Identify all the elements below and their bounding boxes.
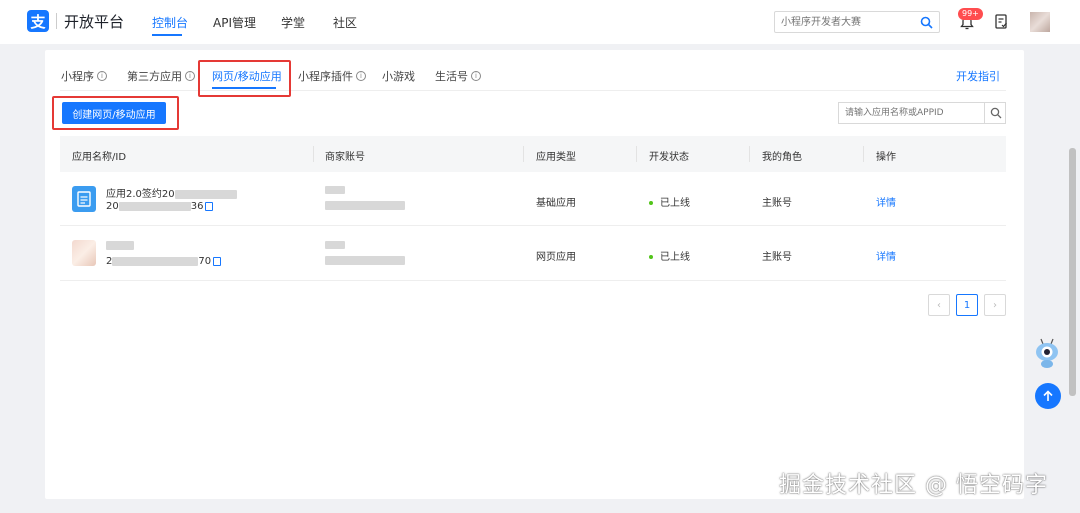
redacted-text — [118, 201, 191, 211]
alipay-logo-icon: 支 — [27, 10, 49, 32]
nav-active-indicator — [152, 34, 182, 36]
search-icon[interactable] — [920, 16, 933, 29]
nav-console[interactable]: 控制台 — [152, 14, 188, 31]
column-separator — [523, 146, 524, 162]
details-link[interactable]: 详情 — [876, 248, 896, 263]
dev-status: 已上线 — [649, 194, 690, 209]
redacted-text — [112, 256, 199, 266]
app-id-suffix: 70 — [198, 256, 212, 267]
redacted-text — [325, 186, 345, 194]
tab-label: 小游戏 — [382, 70, 415, 83]
merchant-account — [325, 241, 405, 265]
pagination-prev[interactable]: ‹ — [928, 294, 950, 316]
dev-status: 已上线 — [649, 248, 690, 263]
app-name-text: 应用2.0签约20 — [106, 189, 175, 200]
tab-label: 生活号 — [435, 70, 468, 83]
brand-name: 开放平台 — [64, 12, 125, 31]
redacted-text — [174, 189, 237, 199]
column-separator — [863, 146, 864, 162]
info-icon[interactable]: i — [185, 71, 195, 81]
info-icon[interactable]: i — [97, 71, 107, 81]
app-search[interactable] — [838, 102, 1006, 124]
tab-label: 第三方应用 — [127, 70, 182, 83]
platform-logo[interactable]: 支 开放平台 — [27, 10, 124, 32]
copy-icon[interactable] — [213, 256, 222, 266]
copy-icon[interactable] — [205, 201, 214, 211]
document-icon[interactable] — [995, 14, 1008, 29]
logo-divider — [56, 13, 57, 29]
status-online-dot — [649, 255, 653, 259]
redacted-text — [325, 256, 405, 265]
watermark: 掘金技术社区 @ 悟空码字 — [779, 473, 1048, 498]
status-text: 已上线 — [660, 252, 690, 263]
create-web-mobile-app-button[interactable]: 创建网页/移动应用 — [62, 102, 166, 124]
search-divider — [984, 103, 985, 123]
table-row: 2 70 网页应用 已上线 主账号 详情 — [60, 227, 1006, 281]
column-separator — [749, 146, 750, 162]
redacted-text — [325, 201, 405, 210]
nav-community[interactable]: 社区 — [333, 14, 357, 31]
column-header-app-type: 应用类型 — [536, 152, 576, 163]
my-role: 主账号 — [762, 198, 792, 209]
column-separator — [636, 146, 637, 162]
app-name: 应用2.0签约20 — [106, 185, 237, 200]
main-card: 小程序 i 第三方应用 i 网页/移动应用 小程序插件 i 小游戏 生活号 i … — [45, 50, 1024, 499]
status-text: 已上线 — [660, 198, 690, 209]
app-id-prefix: 20 — [106, 201, 119, 212]
nav-academy[interactable]: 学堂 — [281, 14, 305, 31]
redacted-text — [106, 240, 134, 250]
redacted-text — [325, 241, 345, 249]
global-search[interactable] — [774, 11, 940, 33]
column-header-app-name: 应用名称/ID — [72, 152, 127, 163]
status-online-dot — [649, 201, 653, 205]
app-name — [106, 240, 134, 251]
back-to-top-button[interactable] — [1035, 383, 1061, 409]
pagination-page[interactable]: 1 — [956, 294, 978, 316]
highlight-box-tab — [198, 60, 291, 97]
my-role: 主账号 — [762, 252, 792, 263]
arrow-up-icon — [1043, 390, 1053, 401]
info-icon[interactable]: i — [471, 71, 481, 81]
tab-life-account[interactable]: 生活号 i — [435, 68, 481, 84]
column-separator — [313, 146, 314, 162]
tab-label: 小程序插件 — [298, 70, 353, 83]
merchant-account — [325, 186, 405, 210]
app-id: 20 36 — [106, 201, 214, 212]
notification-badge: 99+ — [958, 8, 983, 20]
pagination-next[interactable]: › — [984, 294, 1006, 316]
details-link[interactable]: 详情 — [876, 194, 896, 209]
app-icon — [72, 186, 96, 212]
table-header: 应用名称/ID 商家账号 应用类型 开发状态 我的角色 操作 — [60, 136, 1006, 172]
top-navigation: 支 开放平台 控制台 API管理 学堂 社区 99+ — [0, 0, 1080, 44]
user-avatar[interactable] — [1030, 12, 1050, 32]
app-document-icon — [77, 191, 91, 207]
search-icon[interactable] — [990, 107, 1002, 119]
app-type: 基础应用 — [536, 198, 576, 209]
assistant-mascot-icon[interactable] — [1034, 338, 1060, 370]
tab-mini-program-plugin[interactable]: 小程序插件 i — [298, 68, 366, 84]
column-header-merchant: 商家账号 — [325, 152, 365, 163]
app-search-input[interactable] — [845, 106, 981, 120]
dev-guide-link[interactable]: 开发指引 — [956, 68, 1000, 84]
global-search-input[interactable] — [781, 15, 911, 29]
column-header-my-role: 我的角色 — [762, 152, 802, 163]
table-row: 应用2.0签约20 20 36 基础应用 已上线 主账号 详情 — [60, 172, 1006, 226]
app-icon — [72, 240, 96, 266]
app-id-suffix: 36 — [190, 201, 204, 212]
tab-mini-program[interactable]: 小程序 i — [61, 68, 107, 84]
info-icon[interactable]: i — [356, 71, 366, 81]
app-id: 2 70 — [106, 256, 222, 267]
page-scrollbar[interactable] — [1069, 148, 1076, 396]
tab-third-party-app[interactable]: 第三方应用 i — [127, 68, 195, 84]
tab-label: 小程序 — [61, 70, 94, 83]
nav-api-management[interactable]: API管理 — [213, 14, 256, 31]
tab-mini-game[interactable]: 小游戏 — [382, 68, 415, 84]
app-type: 网页应用 — [536, 252, 576, 263]
column-header-dev-status: 开发状态 — [649, 152, 689, 163]
column-header-actions: 操作 — [876, 152, 896, 163]
